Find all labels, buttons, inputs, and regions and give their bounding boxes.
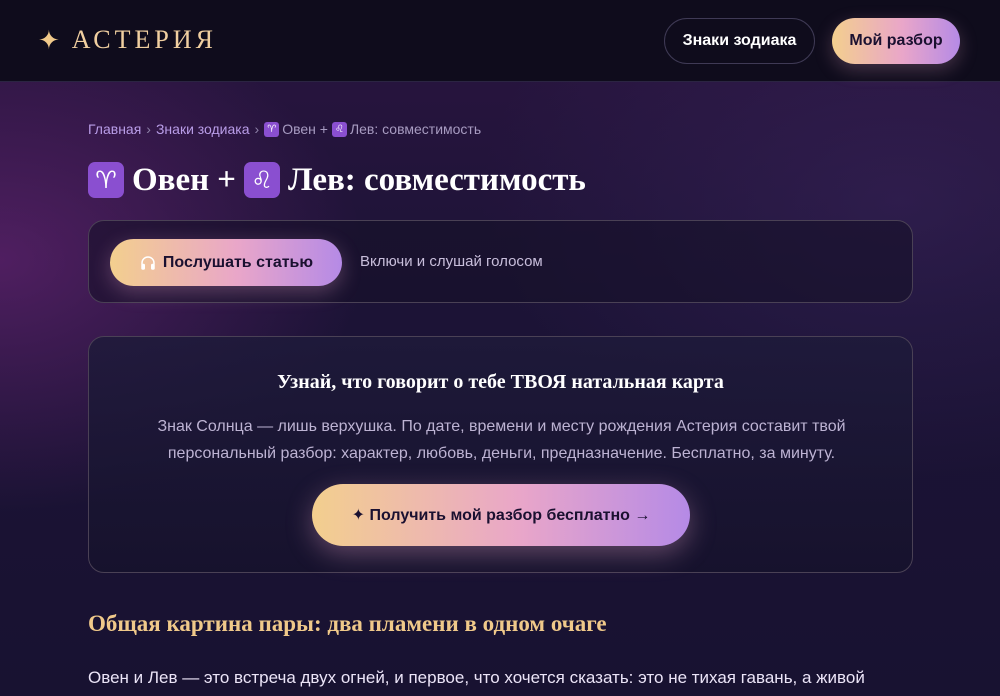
breadcrumb-home-link[interactable]: Главная: [88, 121, 141, 137]
title-plus: +: [217, 161, 236, 198]
page: ✦ АСТЕРИЯ Знаки зодиака Мой разбор Главн…: [0, 0, 1000, 696]
leo-icon: ♌: [331, 121, 347, 137]
zodiac-signs-button[interactable]: Знаки зодиака: [664, 18, 815, 64]
site-header: ✦ АСТЕРИЯ Знаки зодиака Мой разбор: [0, 0, 1000, 82]
promo-text: Знак Солнца — лишь верхушка. По дате, вр…: [129, 413, 874, 467]
breadcrumb-separator: ›: [146, 121, 151, 137]
get-free-reading-button[interactable]: ✦ Получить мой разбор бесплатно →: [312, 484, 690, 546]
breadcrumb: Главная › Знаки зодиака › ♈ Овен + ♌ Лев…: [88, 119, 481, 139]
headphones-icon: [141, 255, 155, 270]
aries-icon: ♈: [88, 162, 124, 198]
logo[interactable]: ✦ АСТЕРИЯ: [38, 24, 217, 56]
listen-card: Послушать статью Включи и слушай голосом: [88, 220, 913, 303]
breadcrumb-current-part1: Овен +: [282, 121, 328, 137]
breadcrumb-zodiac-link[interactable]: Знаки зодиака: [156, 121, 250, 137]
aries-icon: ♈: [264, 121, 280, 137]
promo-title: Узнай, что говорит о тебе ТВОЯ натальная…: [277, 371, 724, 393]
title-sign-leo: Лев: совместимость: [287, 161, 586, 198]
section-heading: Общая картина пары: два пламени в одном …: [88, 611, 607, 636]
title-sign-aries: Овен: [132, 161, 210, 198]
listen-article-button[interactable]: Послушать статью: [110, 239, 342, 286]
listen-button-label: Послушать статью: [162, 253, 314, 271]
my-reading-button[interactable]: Мой разбор: [832, 18, 960, 64]
page-title: ♈ Овен + ♌ Лев: совместимость: [88, 158, 586, 202]
natal-chart-promo: Узнай, что говорит о тебе ТВОЯ натальная…: [88, 336, 913, 573]
breadcrumb-separator: ›: [254, 121, 260, 137]
breadcrumb-current-part2: Лев: совместимость: [349, 121, 482, 137]
section-paragraph: Овен и Лев — это встреча двух огней, и п…: [88, 668, 865, 687]
promo-text-line1: Знак Солнца — лишь верхушка. По дате, вр…: [157, 418, 846, 435]
leo-icon: ♌: [243, 162, 280, 198]
promo-text-line2: персональный разбор: характер, любовь, д…: [167, 445, 836, 462]
listen-hint: Включи и слушай голосом: [360, 253, 543, 270]
logo-text: АСТЕРИЯ: [71, 25, 217, 54]
star-icon: ✦: [38, 25, 60, 55]
